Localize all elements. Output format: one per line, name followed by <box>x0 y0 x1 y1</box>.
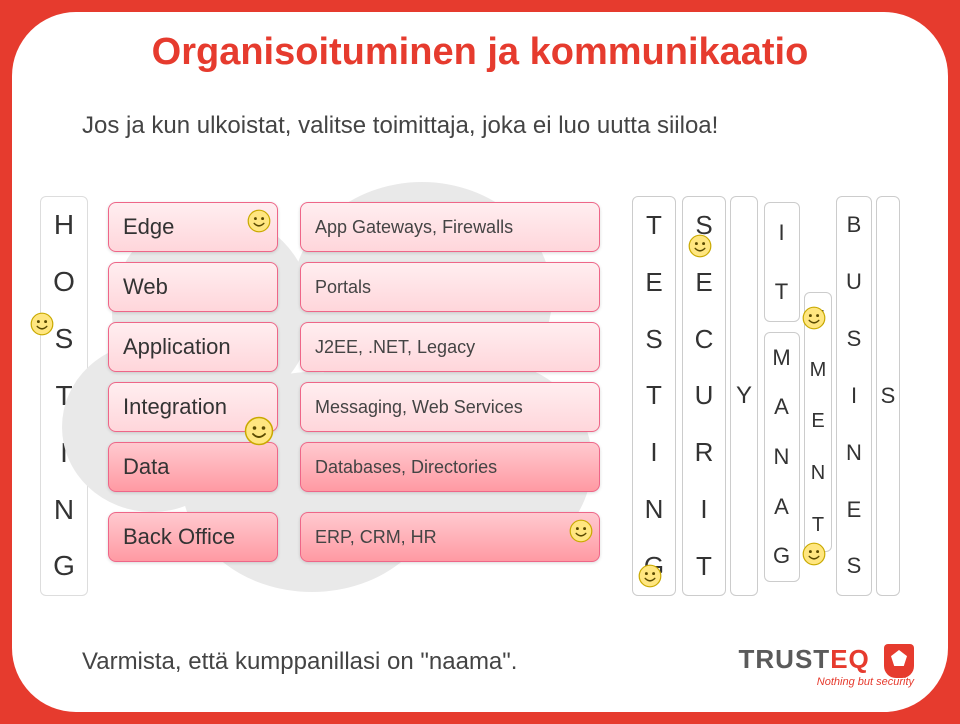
smiley-icon <box>802 306 826 330</box>
col-letter: E <box>811 410 824 433</box>
hosting-letter: S <box>55 323 74 355</box>
smiley-icon <box>30 312 54 336</box>
business-column: B U S I N E S <box>836 196 872 596</box>
it-column: I T <box>764 202 800 322</box>
layer-detail: J2EE, .NET, Legacy <box>315 337 475 358</box>
smiley-icon <box>802 542 826 566</box>
col-letter: U <box>846 269 862 295</box>
layer-detail: App Gateways, Firewalls <box>315 217 513 238</box>
brand-name-left: TRUST <box>739 644 831 674</box>
manag-column: M A N A G <box>764 332 800 582</box>
layer-detail-data: Databases, Directories <box>300 442 600 492</box>
layer-detail: ERP, CRM, HR <box>315 527 437 548</box>
col-letter: I <box>700 494 707 525</box>
col-letter: N <box>645 494 664 525</box>
smiley-icon <box>638 564 662 588</box>
col-letter: T <box>646 210 662 241</box>
layer-detail-edge: App Gateways, Firewalls <box>300 202 600 252</box>
col-letter: A <box>774 494 790 520</box>
smiley-icon <box>569 519 593 543</box>
layer-label: Integration <box>123 394 227 420</box>
layer-label: Back Office <box>123 524 235 550</box>
ement-column: E M E N T <box>804 292 832 552</box>
layer-box-application: Application <box>108 322 278 372</box>
col-letter: E <box>847 497 862 523</box>
col-letter: T <box>696 551 712 582</box>
layer-box-web: Web <box>108 262 278 312</box>
layer-label: Application <box>123 334 231 360</box>
smiley-icon <box>247 209 271 233</box>
col-letter: T <box>775 279 789 305</box>
col-letter: M <box>810 359 827 382</box>
layer-detail-backoffice: ERP, CRM, HR <box>300 512 600 562</box>
col-letter: S <box>847 326 862 352</box>
layer-label: Web <box>123 274 168 300</box>
col-letter: I <box>851 383 857 409</box>
col-letter: N <box>774 444 791 470</box>
layer-detail: Portals <box>315 277 371 298</box>
smiley-icon <box>688 234 712 258</box>
col-letter: E <box>645 267 662 298</box>
slide-subline: Jos ja kun ulkoistat, valitse toimittaja… <box>82 112 902 140</box>
col-letter: T <box>812 514 824 537</box>
col-letter: S <box>881 383 896 409</box>
col-letter: U <box>695 380 714 411</box>
col-letter: A <box>774 394 790 420</box>
slide-panel: Organisoituminen ja kommunikaatio Jos ja… <box>12 12 948 712</box>
brand-name: TRUSTEQ <box>739 644 914 678</box>
shield-icon <box>884 644 914 678</box>
brand-name-right: EQ <box>830 644 870 674</box>
layer-detail: Messaging, Web Services <box>315 397 523 418</box>
layer-label: Edge <box>123 214 174 240</box>
slide-root: Organisoituminen ja kommunikaatio Jos ja… <box>0 0 960 724</box>
slide-bottomline: Varmista, että kumppanillasi on "naama". <box>82 648 517 676</box>
col-letter: R <box>695 437 714 468</box>
smiley-icon <box>244 416 274 446</box>
col-letter: G <box>773 543 791 569</box>
col-letter: I <box>650 437 657 468</box>
col-letter: S <box>645 324 662 355</box>
layer-box-edge: Edge <box>108 202 278 252</box>
col-letter: M <box>772 345 791 371</box>
col-letter: S <box>847 553 862 579</box>
col-letter: E <box>695 267 712 298</box>
col-letter: C <box>695 324 714 355</box>
brand-logo: TRUSTEQ Nothing but security <box>739 644 914 688</box>
col-letter: N <box>846 440 862 466</box>
layer-detail-web: Portals <box>300 262 600 312</box>
layer-box-data: Data <box>108 442 278 492</box>
layer-box-backoffice: Back Office <box>108 512 278 562</box>
col-letter: T <box>646 380 662 411</box>
col-letter: I <box>778 220 785 246</box>
col-letter: Y <box>736 382 752 410</box>
business-s-column: S <box>876 196 900 596</box>
slide-title: Organisoituminen ja kommunikaatio <box>12 12 948 92</box>
col-letter: N <box>811 462 825 485</box>
layer-detail-application: J2EE, .NET, Legacy <box>300 322 600 372</box>
security-y-column: Y <box>730 196 758 596</box>
testing-column: T E S T I N G <box>632 196 676 596</box>
layer-label: Data <box>123 454 169 480</box>
layer-detail: Databases, Directories <box>315 457 497 478</box>
layer-detail-integration: Messaging, Web Services <box>300 382 600 432</box>
col-letter: B <box>847 212 862 238</box>
